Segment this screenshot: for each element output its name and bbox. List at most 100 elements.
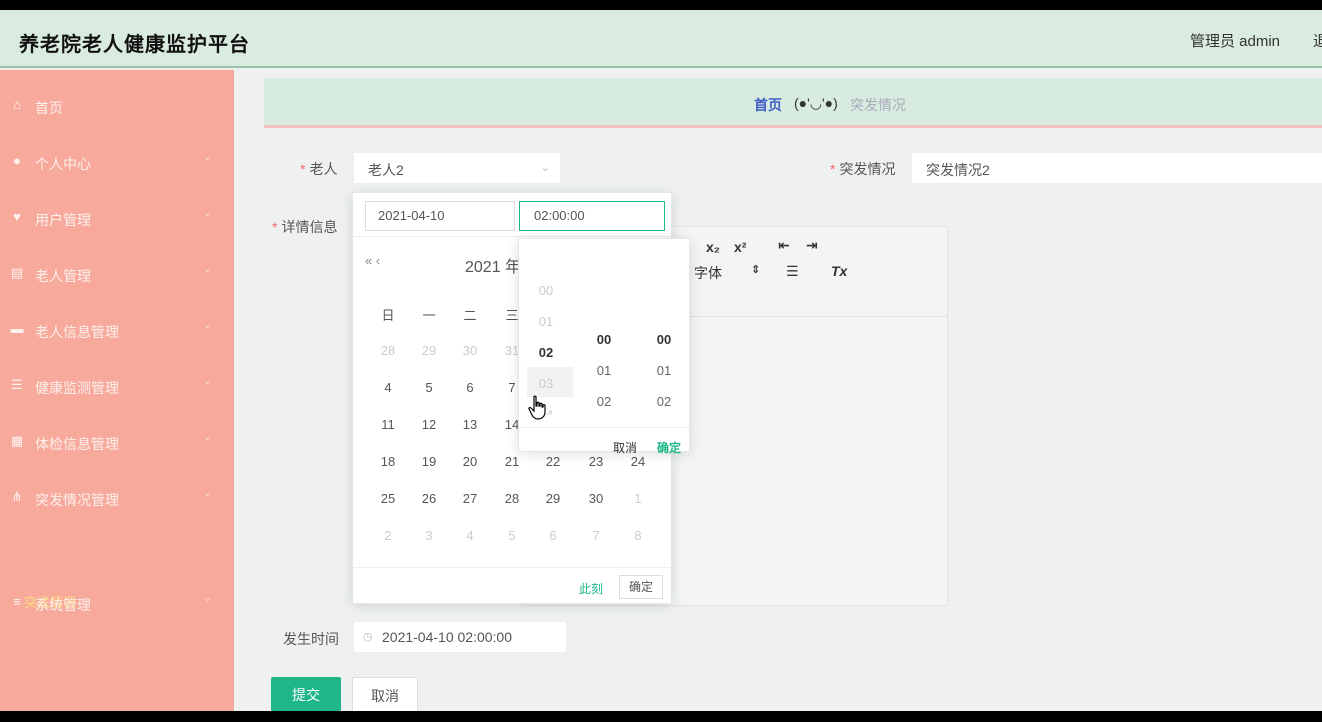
calendar-day[interactable]: 4 [455,528,485,543]
sidebar-item-label: 体检信息管理 [35,436,119,452]
calendar-day[interactable]: 20 [455,454,485,469]
home-icon: ⌂ [13,97,21,112]
calendar-day[interactable]: 30 [455,343,485,358]
calendar-day[interactable]: 29 [538,491,568,506]
calendar-day[interactable]: 8 [623,528,653,543]
calendar-day[interactable]: 28 [497,491,527,506]
subscript-button[interactable]: x₂ [706,239,720,255]
heart-icon: ♥ [13,209,21,224]
sidebar-item-label: 老人管理 [35,268,91,284]
time-input[interactable]: ◷ 2021-04-10 02:00:00 [353,621,567,653]
time-option[interactable]: 02 [519,345,573,360]
chevron-down-icon: ⌄ [203,151,213,163]
sidebar-item-3[interactable]: ▤ 老人管理 ⌄ [0,246,234,302]
chevron-down-icon: ⌄ [203,263,213,275]
hours-column[interactable]: 00 01 02 03 04 [519,239,573,415]
time-option[interactable]: 00 [519,283,573,298]
calendar-day[interactable]: 4 [373,380,403,395]
calendar-day[interactable]: 6 [455,380,485,395]
indent-icon[interactable]: ⇥ [806,237,818,254]
picker-header: 2021-04-10 02:00:00 [353,193,671,237]
breadcrumb-home[interactable]: 首页 [754,95,782,115]
calendar-day[interactable]: 23 [581,454,611,469]
picker-month-title: 2021 年 [465,259,522,276]
time-option[interactable]: 00 [577,332,631,347]
picker-time-input[interactable]: 02:00:00 [519,201,665,231]
time-option[interactable]: 02 [637,394,691,409]
outdent-icon[interactable]: ⇤ [778,237,790,254]
time-option[interactable]: 01 [577,363,631,378]
picker-now-button[interactable]: 此刻 [579,580,603,597]
sidebar-item-7[interactable]: ⋔ 突发情况管理 ⌄ [0,470,234,526]
sidebar-item-6[interactable]: ▦ 体检信息管理 ⌄ [0,414,234,470]
calendar-day[interactable]: 19 [414,454,444,469]
calendar-day[interactable]: 26 [414,491,444,506]
weekday-header: 二 [463,308,477,323]
time-option[interactable]: 00 [637,332,691,347]
font-select[interactable]: 字体 [694,263,722,283]
calendar-day[interactable]: 1 [623,491,653,506]
chevron-down-icon: ⌄ [203,207,213,219]
picker-ok-button[interactable]: 确定 [619,575,663,599]
sidebar-item-label: 用户管理 [35,212,91,228]
sidebar-item-label: 老人信息管理 [35,324,119,340]
minutes-column[interactable]: 00 01 02 [577,239,631,415]
time-label: 发生时间 [283,631,339,647]
calendar-day[interactable]: 11 [373,417,403,432]
emergency-input[interactable]: 突发情况2 [911,152,1322,184]
sidebar-item-1[interactable]: ● 个人中心 ⌄ [0,134,234,190]
calendar-day[interactable]: 22 [538,454,568,469]
chevron-down-icon: ⌄ [203,375,213,387]
calendar-day[interactable]: 28 [373,343,403,358]
calendar-day[interactable]: 5 [414,380,444,395]
seconds-column[interactable]: 00 01 02 [637,239,691,415]
time-option[interactable]: 01 [637,363,691,378]
breadcrumb-separator: (●'◡'●) [794,95,838,111]
sidebar-item-2[interactable]: ♥ 用户管理 ⌄ [0,190,234,246]
time-option[interactable]: 02 [577,394,631,409]
time-option[interactable]: 01 [519,314,573,329]
calendar-day[interactable]: 25 [373,491,403,506]
calendar-day[interactable]: 24 [623,454,653,469]
cancel-button[interactable]: 取消 [352,677,418,711]
time-panel-divider [519,427,689,428]
calendar-day[interactable]: 27 [455,491,485,506]
calendar-day[interactable]: 3 [414,528,444,543]
calendar-day[interactable]: 12 [414,417,444,432]
calendar-day[interactable]: 13 [455,417,485,432]
calendar-day[interactable]: 21 [497,454,527,469]
emergency-label: * 突发情况 [830,161,896,177]
admin-user[interactable]: 管理员 admin [1190,30,1280,51]
calendar-day[interactable]: 30 [581,491,611,506]
sidebar-item-5[interactable]: ☰ 健康监测管理 ⌄ [0,358,234,414]
superscript-button[interactable]: x² [734,239,746,255]
chevron-down-icon: ⌄ [203,487,213,499]
time-cancel-button[interactable]: 取消 [613,439,637,456]
list-icon: ☰ [11,377,23,392]
submit-button[interactable]: 提交 [271,677,341,711]
clear-format-button[interactable]: Tx [831,263,847,279]
sidebar-item-0[interactable]: ⌂ 首页 [0,78,234,134]
elder-select[interactable]: 老人2 ⌄ [353,152,561,184]
chevron-down-icon: ⌄ [203,592,213,604]
sidebar-item-label: 个人中心 [35,156,91,172]
calendar-day[interactable]: 29 [414,343,444,358]
prev-year-icon[interactable]: « ‹ [365,253,380,268]
sidebar-item-8[interactable]: ≡ 系统管理 ⌄ [0,575,234,631]
weekday-header: 日 [381,308,395,323]
calendar-day[interactable]: 5 [497,528,527,543]
sidebar-item-4[interactable]: ▬ 老人信息管理 ⌄ [0,302,234,358]
top-bar: 养老院老人健康监护平台 管理员 admin 退 [0,10,1322,68]
calendar-day[interactable]: 2 [373,528,403,543]
time-option[interactable]: 03 [519,376,573,391]
picker-footer: 此刻 确定 [353,567,671,605]
logout-link[interactable]: 退 [1313,30,1322,51]
align-icon[interactable]: ☰ [786,263,799,280]
hand-cursor-icon [528,395,546,420]
calendar-day[interactable]: 7 [581,528,611,543]
time-ok-button[interactable]: 确定 [657,439,681,456]
picker-date-input[interactable]: 2021-04-10 [365,201,515,231]
calendar-day[interactable]: 18 [373,454,403,469]
calendar-day[interactable]: 6 [538,528,568,543]
chevron-down-icon: ⌄ [540,162,550,174]
